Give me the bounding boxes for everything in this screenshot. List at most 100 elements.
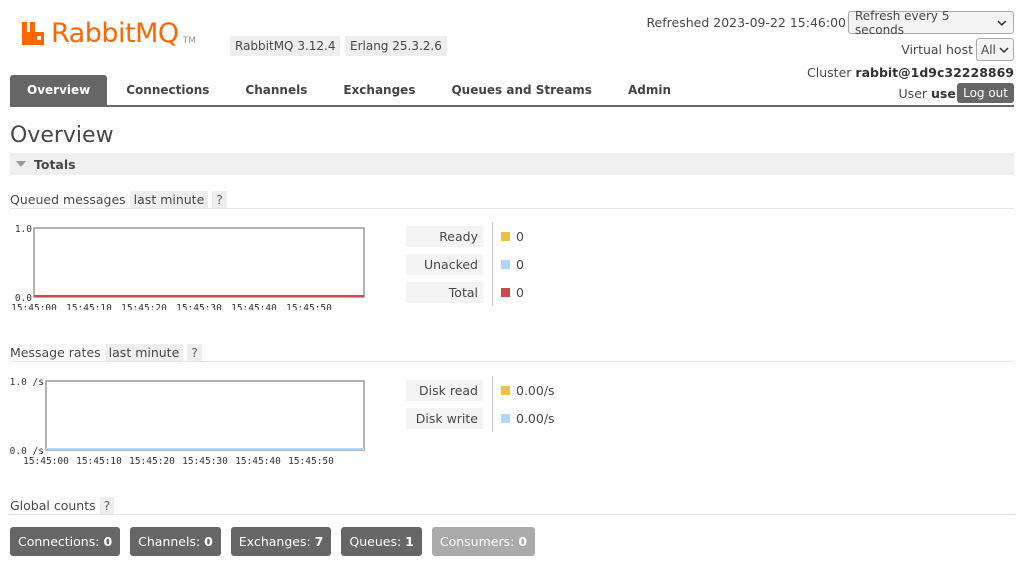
queued-messages-range-select[interactable]: last minute	[129, 191, 209, 208]
legend-swatch	[501, 287, 510, 297]
refresh-interval-value: Refresh every 5 seconds	[855, 8, 950, 37]
count-value: 0	[518, 534, 528, 549]
y-tick-label: 1.0 /s	[10, 377, 44, 388]
message-rates-title: Message rates	[10, 345, 101, 360]
page-title: Overview	[10, 123, 114, 148]
queued-messages-legend: Ready 0 Unacked 0 Total 0	[406, 222, 524, 306]
chevron-down-icon	[999, 46, 1009, 53]
collapse-arrow-icon	[16, 161, 26, 167]
user-info: User user	[899, 86, 962, 101]
channels-count-button[interactable]: Channels: 0	[130, 527, 221, 556]
exchanges-count-button[interactable]: Exchanges: 7	[230, 527, 332, 556]
logo-trademark: TM	[182, 35, 196, 46]
main-nav-tabs: Overview Connections Channels Exchanges …	[10, 75, 690, 106]
legend-label: Disk write	[406, 407, 483, 429]
legend-value: 0	[516, 256, 524, 272]
connections-count-button[interactable]: Connections: 0	[10, 527, 121, 556]
legend-value: 0.00/s	[516, 410, 555, 426]
message-rates-legend: Disk read 0.00/s Disk write 0.00/s	[406, 376, 555, 432]
count-value: 0	[103, 534, 113, 549]
queues-count-button[interactable]: Queues: 1	[341, 527, 422, 556]
message-rates-chart: 1.0 /s0.0 /s15:45:00 15:45:10 15:45:20 15:4…	[10, 377, 365, 464]
count-label: Exchanges:	[238, 534, 311, 549]
x-tick-label: 15:45:50	[286, 303, 332, 310]
virtual-host-select[interactable]: All	[976, 38, 1014, 61]
legend-value: 0	[516, 284, 524, 300]
legend-swatch	[501, 259, 510, 269]
tabs-divider	[10, 105, 1014, 107]
global-counts-help[interactable]: ?	[99, 497, 115, 514]
count-value: 0	[204, 534, 213, 549]
x-tick-label: 15:45:00	[23, 456, 69, 464]
cluster-name: rabbit@1d9c32228869	[855, 65, 1014, 80]
x-tick-label: 15:45:40	[231, 303, 277, 310]
y-tick-label: 1.0	[15, 224, 32, 235]
erlang-version-badge: Erlang 25.3.2.6	[345, 36, 447, 56]
legend-value: 0.00/s	[516, 382, 555, 398]
x-tick-label: 15:45:20	[121, 303, 167, 310]
legend-label: Disk read	[406, 379, 483, 401]
x-tick-label: 15:45:30	[176, 303, 222, 310]
global-counts-heading: Global counts ?	[10, 497, 1014, 515]
x-tick-label: 15:45:50	[288, 456, 334, 464]
message-rates-range-select[interactable]: last minute	[104, 344, 184, 361]
logout-button[interactable]: Log out	[957, 83, 1014, 103]
x-tick-label: 15:45:00	[11, 303, 57, 310]
legend-divider	[492, 222, 493, 250]
tab-channels[interactable]: Channels	[228, 75, 324, 106]
count-label: Queues:	[349, 534, 402, 549]
tab-connections[interactable]: Connections	[109, 75, 226, 106]
virtual-host-value: All	[981, 42, 996, 57]
x-tick-label: 15:45:30	[182, 456, 228, 464]
count-value: 7	[314, 534, 324, 549]
count-label: Consumers:	[439, 534, 515, 549]
cluster-label: Cluster	[807, 65, 852, 80]
refresh-interval-select[interactable]: Refresh every 5 seconds	[848, 8, 1014, 37]
x-tick-label: 15:45:10	[76, 456, 122, 464]
chart-plot-area	[33, 227, 365, 298]
tab-queues-and-streams[interactable]: Queues and Streams	[434, 75, 608, 106]
queued-messages-chart: 1.00.015:45:00 15:45:10 15:45:20 15:45:30 15…	[11, 224, 365, 310]
legend-row-disk-write: Disk write 0.00/s	[406, 404, 555, 432]
legend-row-disk-read: Disk read 0.00/s	[406, 376, 555, 404]
x-tick-label: 15:45:40	[235, 456, 281, 464]
legend-swatch	[501, 413, 510, 423]
queued-messages-title: Queued messages	[10, 192, 126, 207]
chart-plot-area	[45, 380, 365, 451]
cluster-info: Cluster rabbit@1d9c32228869	[807, 65, 1014, 80]
global-counts-title: Global counts	[10, 498, 96, 513]
legend-row-total: Total 0	[406, 278, 524, 306]
chevron-down-icon	[997, 20, 1007, 26]
queued-messages-help[interactable]: ?	[212, 191, 227, 208]
tab-exchanges[interactable]: Exchanges	[326, 75, 432, 106]
legend-divider	[492, 250, 493, 278]
totals-section-toggle[interactable]: Totals	[10, 153, 1014, 175]
legend-row-unacked: Unacked 0	[406, 250, 524, 278]
count-value: 1	[405, 534, 414, 549]
legend-divider	[492, 376, 493, 404]
user-label: User	[898, 86, 928, 101]
legend-value: 0	[516, 228, 524, 244]
rabbitmq-version-badge: RabbitMQ 3.12.4	[230, 36, 341, 56]
legend-row-ready: Ready 0	[406, 222, 524, 250]
legend-label: Unacked	[406, 253, 483, 275]
totals-label: Totals	[34, 156, 76, 172]
rabbitmq-logo[interactable]: RabbitMQ TM	[20, 20, 196, 47]
logo-text: RabbitMQ	[51, 18, 179, 49]
tab-overview[interactable]: Overview	[10, 75, 108, 106]
rabbitmq-logo-icon	[22, 22, 44, 45]
queued-messages-heading: Queued messages last minute ?	[10, 191, 1014, 209]
legend-swatch	[501, 231, 510, 241]
refreshed-timestamp: Refreshed 2023-09-22 15:46:00	[646, 15, 846, 30]
legend-swatch	[501, 385, 510, 395]
message-rates-heading: Message rates last minute ?	[10, 344, 1014, 362]
consumers-count-button[interactable]: Consumers: 0	[431, 527, 536, 556]
tab-admin[interactable]: Admin	[611, 75, 688, 106]
legend-label: Total	[406, 281, 483, 303]
virtual-host-label: Virtual host	[901, 42, 973, 57]
count-label: Channels:	[138, 534, 201, 549]
x-tick-label: 15:45:10	[66, 303, 112, 310]
message-rates-help[interactable]: ?	[187, 344, 202, 361]
global-counts-buttons: Connections: 0 Channels: 0 Exchanges: 7 …	[10, 527, 545, 556]
count-label: Connections:	[18, 534, 100, 549]
